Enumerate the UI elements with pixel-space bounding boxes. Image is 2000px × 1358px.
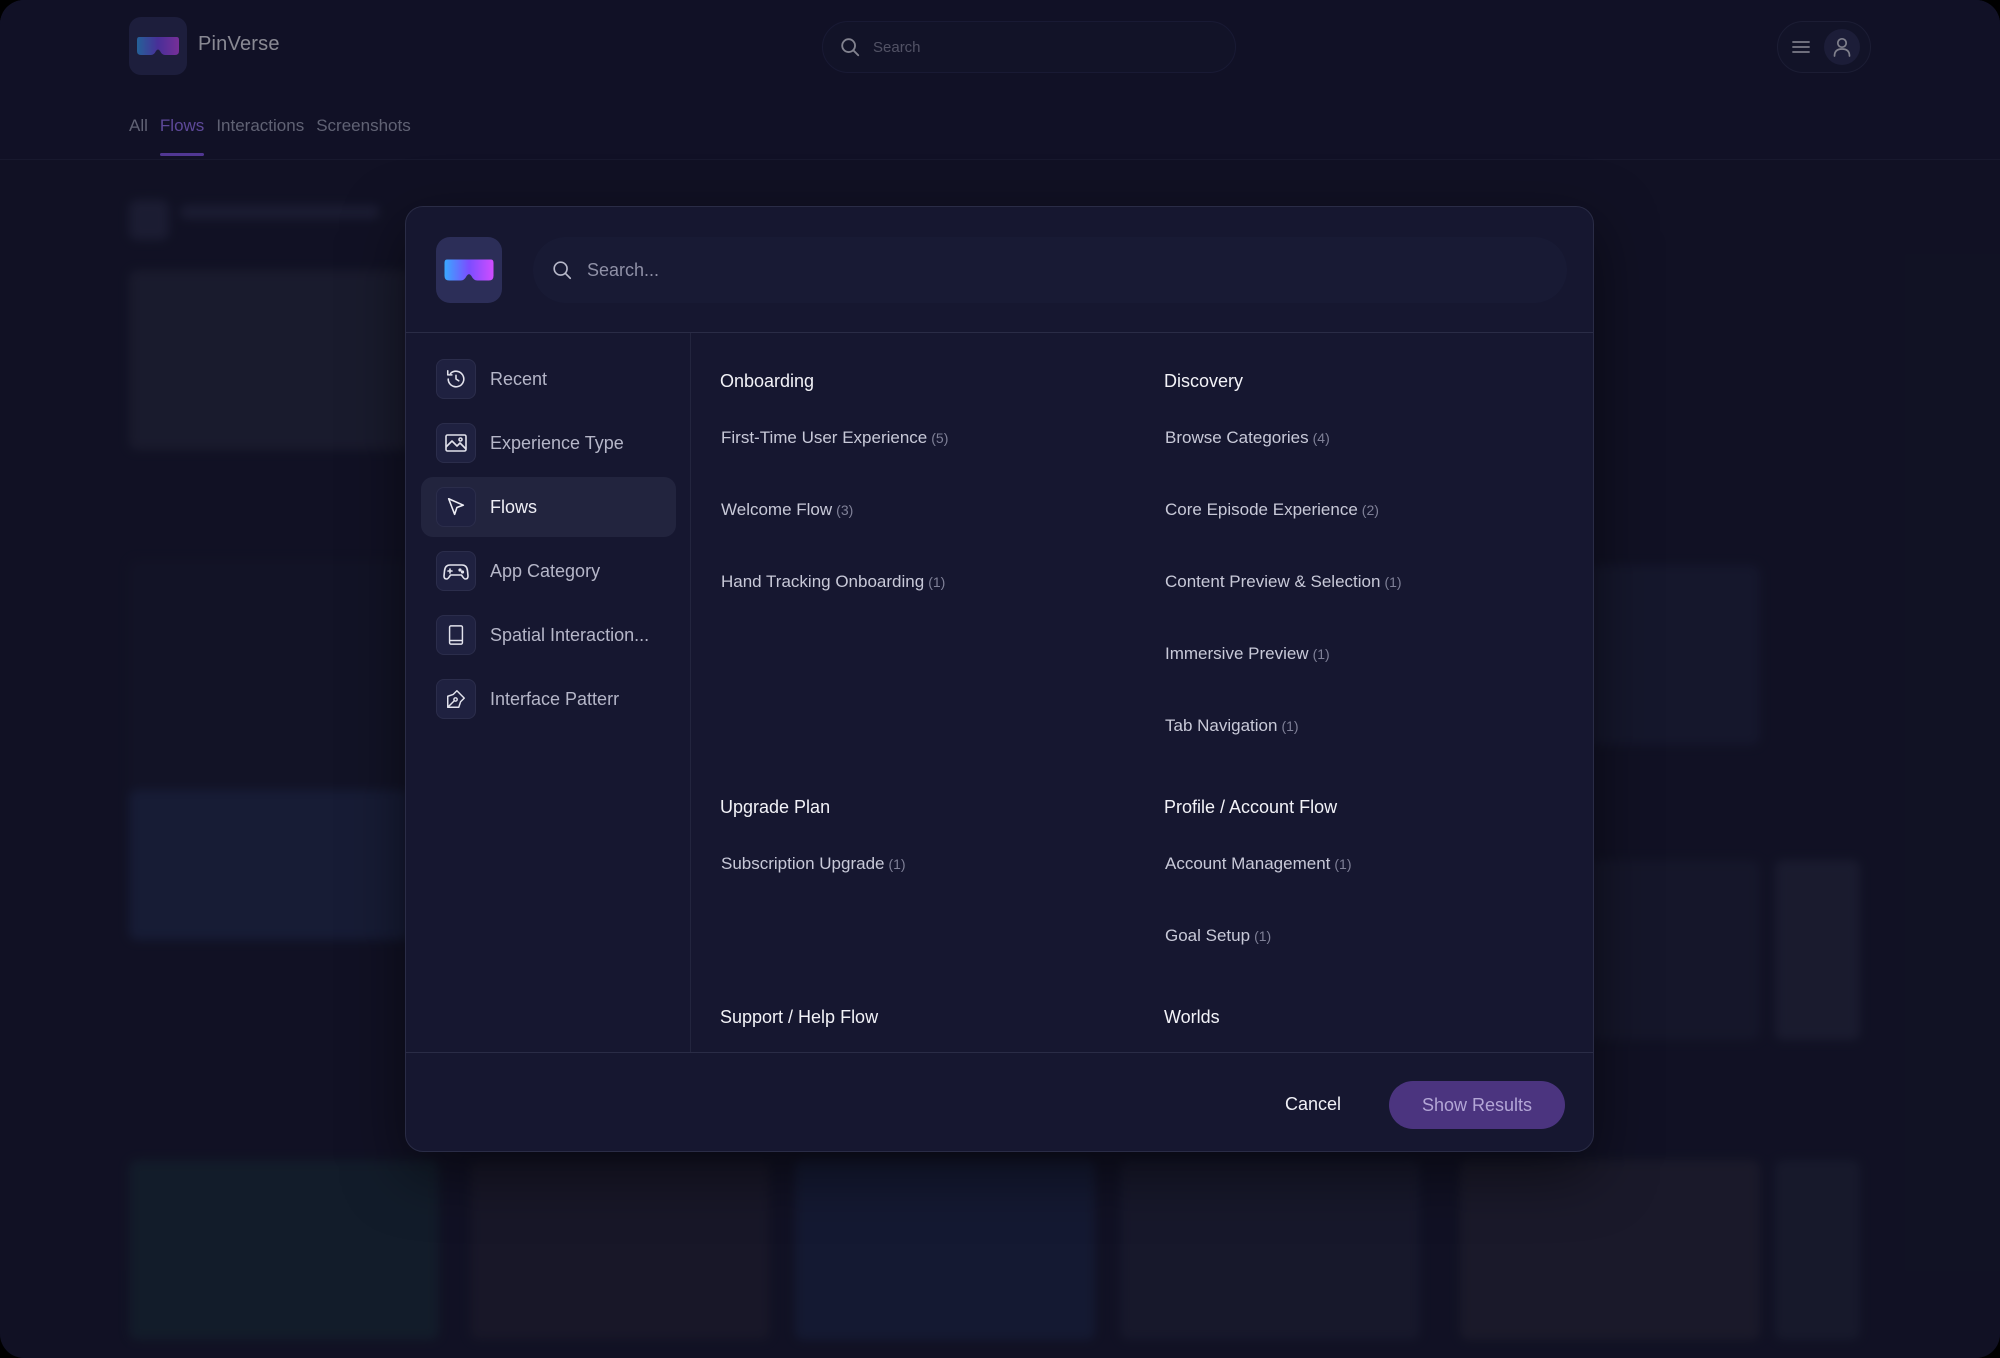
- header-search[interactable]: [822, 21, 1236, 73]
- sidebar-item-label: Recent: [490, 368, 548, 389]
- menu-icon[interactable]: [1792, 39, 1810, 55]
- image-icon: [436, 423, 476, 463]
- brand-name: PinVerse: [198, 33, 280, 55]
- option-first-time-user-experience[interactable]: First-Time User Experience (5): [721, 428, 948, 448]
- sidebar-item-label: Interface Patterr: [490, 688, 620, 709]
- option-goal-setup[interactable]: Goal Setup (1): [1165, 926, 1271, 946]
- group-title-support-help-flow: Support / Help Flow: [720, 1007, 879, 1027]
- option-count: (1): [1384, 574, 1402, 590]
- tab-flows[interactable]: Flows: [159, 116, 205, 156]
- modal-search-input[interactable]: [587, 259, 1487, 281]
- option-core-episode-experience[interactable]: Core Episode Experience (2): [1165, 500, 1379, 520]
- sidebar-item-experience-type[interactable]: Experience Type: [421, 413, 676, 473]
- sidebar-item-interface-pattern[interactable]: Interface Patterr: [421, 669, 676, 729]
- cancel-button[interactable]: Cancel: [1268, 1081, 1358, 1127]
- top-header: PinVerse All Flows I: [0, 0, 2000, 160]
- sidebar-item-flows[interactable]: Flows: [421, 477, 676, 537]
- sidebar-item-label: App Category: [490, 560, 601, 581]
- option-count: (3): [836, 502, 854, 518]
- filter-options: Onboarding First-Time User Experience (5)…: [692, 333, 1593, 1052]
- tab-interactions[interactable]: Interactions: [216, 116, 304, 156]
- search-icon: [841, 38, 860, 57]
- modal-footer: Cancel Show Results: [406, 1052, 1593, 1151]
- user-icon: [1833, 37, 1851, 57]
- vr-headset-icon: [137, 37, 179, 55]
- search-icon: [553, 261, 572, 280]
- pen-tool-icon: [436, 679, 476, 719]
- option-count: (1): [1254, 928, 1272, 944]
- app-window: PinVerse All Flows I: [0, 0, 2000, 1358]
- modal-search[interactable]: [533, 237, 1567, 303]
- option-label: Browse Categories: [1165, 428, 1309, 447]
- option-label: Welcome Flow: [721, 500, 833, 519]
- filter-modal: Recent Experience Type Flows: [405, 206, 1594, 1152]
- category-tabs: All Flows Interactions Screenshots: [129, 116, 411, 156]
- option-label: Core Episode Experience: [1165, 500, 1358, 519]
- option-hand-tracking-onboarding[interactable]: Hand Tracking Onboarding (1): [721, 572, 945, 592]
- group-title-profile-account-flow: Profile / Account Flow: [1164, 797, 1338, 817]
- option-count: (1): [1281, 718, 1299, 734]
- header-actions: [1777, 21, 1871, 73]
- option-count: (2): [1361, 502, 1379, 518]
- option-tab-navigation[interactable]: Tab Navigation (1): [1165, 716, 1299, 736]
- sidebar-item-spatial-interaction[interactable]: Spatial Interaction...: [421, 605, 676, 665]
- option-label: Account Management: [1165, 854, 1331, 873]
- option-count: (1): [928, 574, 946, 590]
- user-avatar[interactable]: [1824, 29, 1860, 65]
- sidebar-item-label: Experience Type: [490, 432, 624, 453]
- option-browse-categories[interactable]: Browse Categories (4): [1165, 428, 1330, 448]
- group-title-worlds: Worlds: [1164, 1007, 1220, 1027]
- option-welcome-flow[interactable]: Welcome Flow (3): [721, 500, 853, 520]
- option-label: Tab Navigation: [1165, 716, 1278, 735]
- option-count: (4): [1312, 430, 1330, 446]
- cursor-arrow-icon: [436, 487, 476, 527]
- sidebar-item-label: Flows: [490, 496, 538, 517]
- filter-sidebar: Recent Experience Type Flows App Categor…: [406, 333, 691, 1052]
- gamepad-icon: [436, 551, 476, 591]
- option-subscription-upgrade[interactable]: Subscription Upgrade (1): [721, 854, 906, 874]
- brand-logo[interactable]: [129, 17, 187, 75]
- sidebar-item-label: Spatial Interaction...: [490, 624, 650, 645]
- group-title-onboarding: Onboarding: [720, 371, 815, 391]
- option-label: Immersive Preview: [1165, 644, 1309, 663]
- option-label: Goal Setup: [1165, 926, 1251, 945]
- header-search-input[interactable]: [873, 38, 1213, 56]
- option-count: (5): [931, 430, 949, 446]
- option-count: (1): [888, 856, 906, 872]
- option-immersive-preview[interactable]: Immersive Preview (1): [1165, 644, 1330, 664]
- modal-header: [406, 207, 1593, 333]
- option-label: First-Time User Experience: [721, 428, 928, 447]
- option-label: Content Preview & Selection: [1165, 572, 1381, 591]
- group-title-upgrade-plan: Upgrade Plan: [720, 797, 831, 817]
- option-label: Hand Tracking Onboarding: [721, 572, 925, 591]
- vr-headset-icon: [444, 259, 494, 281]
- option-count: (1): [1334, 856, 1352, 872]
- show-results-button[interactable]: Show Results: [1389, 1081, 1565, 1129]
- option-account-management[interactable]: Account Management (1): [1165, 854, 1352, 874]
- group-title-discovery: Discovery: [1164, 371, 1244, 391]
- history-icon: [436, 359, 476, 399]
- book-icon: [436, 615, 476, 655]
- sidebar-item-app-category[interactable]: App Category: [421, 541, 676, 601]
- tab-screenshots[interactable]: Screenshots: [316, 116, 411, 156]
- option-count: (1): [1312, 646, 1330, 662]
- sidebar-item-recent[interactable]: Recent: [421, 349, 676, 409]
- option-content-preview-selection[interactable]: Content Preview & Selection (1): [1165, 572, 1402, 592]
- modal-logo: [436, 237, 502, 303]
- option-label: Subscription Upgrade: [721, 854, 885, 873]
- tab-all[interactable]: All: [129, 116, 148, 156]
